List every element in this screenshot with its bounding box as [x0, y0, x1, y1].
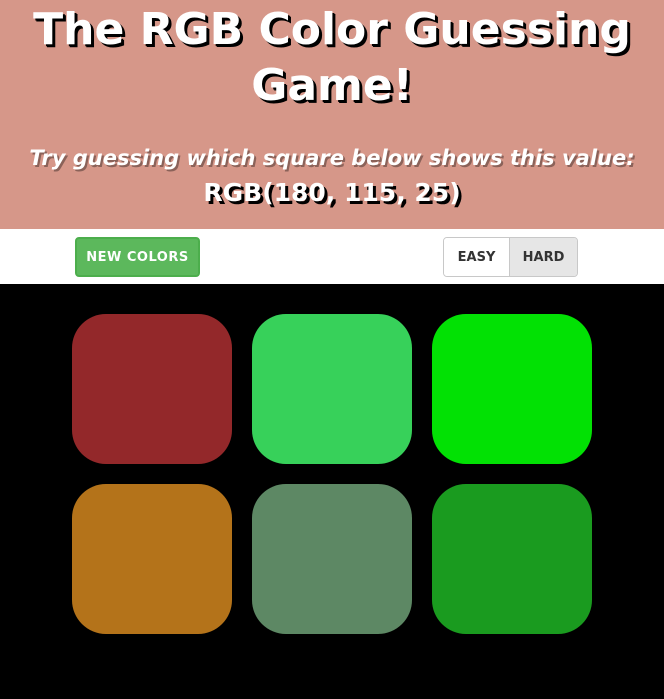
difficulty-toggle: Easy Hard [443, 237, 578, 277]
easy-mode-button[interactable]: Easy [444, 238, 510, 276]
new-colors-button[interactable]: New Colors [75, 237, 200, 277]
color-square[interactable] [432, 484, 592, 634]
color-square[interactable] [72, 314, 232, 464]
toolbar: New Colors Easy Hard [0, 229, 664, 284]
guess-prompt: Try guessing which square below shows th… [29, 146, 635, 170]
color-square[interactable] [72, 484, 232, 634]
color-square[interactable] [252, 314, 412, 464]
color-board [0, 284, 664, 699]
game-header: The RGB Color Guessing Game! Try guessin… [0, 0, 664, 229]
hard-mode-button[interactable]: Hard [510, 238, 577, 276]
game-title: The RGB Color Guessing Game! [33, 4, 631, 111]
color-square[interactable] [432, 314, 592, 464]
target-rgb-value: RGB(180, 115, 25) [203, 178, 461, 207]
color-square[interactable] [252, 484, 412, 634]
